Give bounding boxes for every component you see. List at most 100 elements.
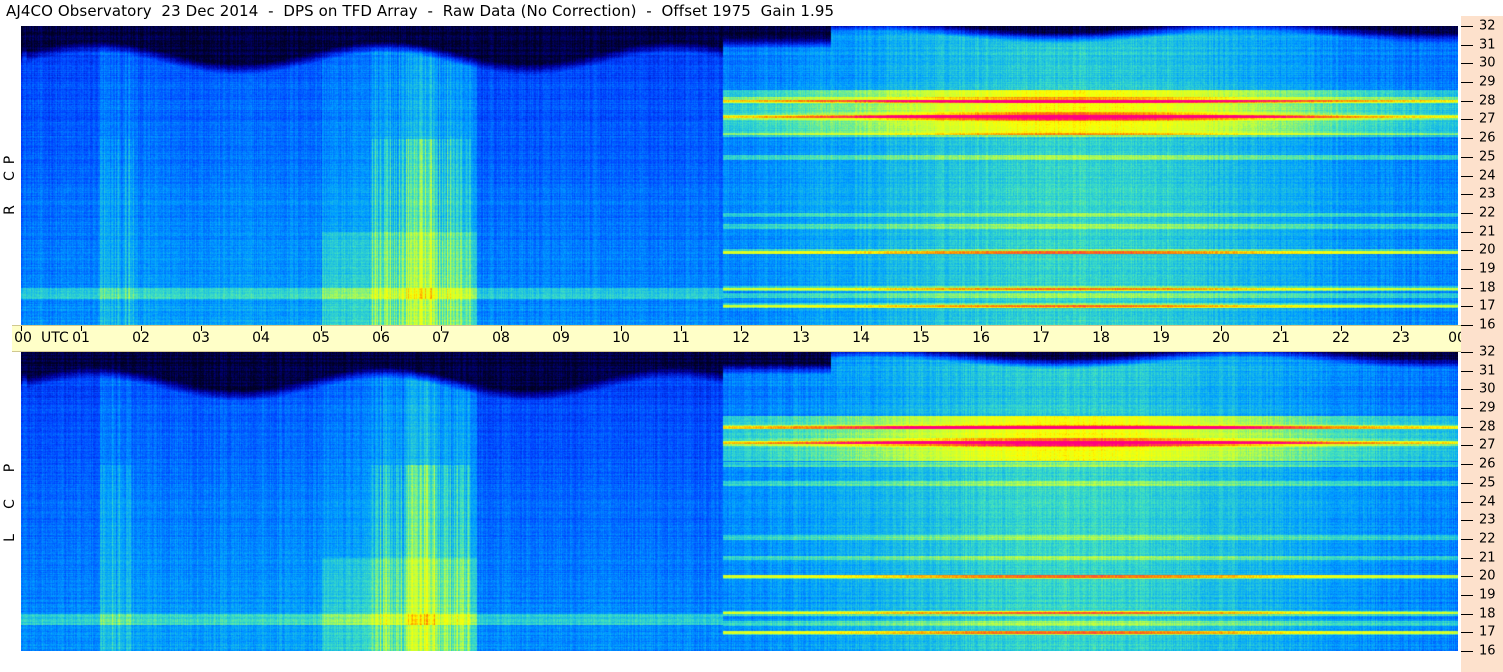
frequency-tick-label: 27 [1479, 437, 1496, 453]
rcp-spectrogram-canvas [21, 26, 1458, 325]
frequency-tick-mark [1461, 250, 1473, 252]
frequency-tick-label: 19 [1479, 587, 1496, 603]
time-tick-label: 20 [1212, 330, 1230, 346]
time-tick-label: 15 [912, 330, 930, 346]
time-tick-label: 06 [372, 330, 390, 346]
frequency-tick-label: 23 [1479, 186, 1496, 202]
rcp-letter-c: C [2, 171, 18, 181]
time-tick-label: 01 [72, 330, 90, 346]
frequency-tick-label: 19 [1479, 261, 1496, 277]
frequency-tick-label: 18 [1479, 280, 1496, 296]
frequency-tick-mark [1461, 82, 1473, 84]
lcp-letter-l: L [2, 534, 18, 542]
frequency-tick-mark [1461, 156, 1473, 158]
frequency-tick-mark [1461, 594, 1473, 596]
frequency-tick-label: 27 [1479, 111, 1496, 127]
time-tick-label: 16 [972, 330, 990, 346]
frequency-tick-mark [1461, 501, 1473, 503]
frequency-tick-label: 29 [1479, 74, 1496, 90]
frequency-tick-label: 22 [1479, 531, 1496, 547]
frequency-tick-mark [1461, 482, 1473, 484]
time-tick-label: 14 [852, 330, 870, 346]
frequency-tick-label: 20 [1479, 568, 1496, 584]
lcp-letter-c: C [2, 499, 18, 509]
frequency-tick-mark [1461, 426, 1473, 428]
frequency-tick-label: 25 [1479, 149, 1496, 165]
frequency-tick-mark [1461, 613, 1473, 615]
frequency-tick-label: 26 [1479, 130, 1496, 146]
time-tick-label: 09 [552, 330, 570, 346]
frequency-tick-label: 30 [1479, 55, 1496, 71]
frequency-tick-label: 29 [1479, 400, 1496, 416]
lcp-letter-p: P [2, 463, 18, 473]
frequency-tick-label: 18 [1479, 606, 1496, 622]
lcp-spectrogram [21, 352, 1458, 651]
rcp-spectrogram [21, 26, 1458, 325]
lcp-spectrogram-canvas [21, 352, 1458, 651]
rcp-letter-p: P [2, 155, 18, 165]
frequency-tick-label: 28 [1479, 419, 1496, 435]
chart-title: AJ4CO Observatory 23 Dec 2014 - DPS on T… [6, 2, 835, 20]
frequency-tick-label: 24 [1479, 168, 1496, 183]
frequency-tick-mark [1461, 538, 1473, 540]
frequency-tick-label: 31 [1479, 363, 1496, 379]
time-tick-label: 05 [312, 330, 330, 346]
rcp-label-column: P C R [0, 26, 21, 325]
frequency-tick-label: 32 [1479, 344, 1496, 360]
frequency-tick-label: 21 [1479, 224, 1496, 240]
bottom-margin [0, 651, 1461, 672]
frequency-tick-mark [1461, 389, 1473, 391]
frequency-tick-mark [1461, 464, 1473, 466]
frequency-tick-mark [1461, 212, 1473, 214]
frequency-tick-mark [1461, 632, 1473, 634]
time-tick-label: 04 [252, 330, 270, 346]
frequency-tick-mark [1461, 306, 1473, 308]
rcp-letter-r: R [2, 205, 18, 215]
frequency-tick-label: 25 [1479, 475, 1496, 491]
frequency-tick-label: 22 [1479, 205, 1496, 221]
frequency-tick-label: 21 [1479, 550, 1496, 566]
frequency-tick-label: 26 [1479, 456, 1496, 472]
time-tick-label: 11 [672, 330, 690, 346]
time-tick-label: 12 [732, 330, 750, 346]
frequency-tick-mark [1461, 44, 1473, 46]
frequency-tick-mark [1461, 408, 1473, 410]
frequency-tick-mark [1461, 352, 1473, 353]
frequency-tick-mark [1461, 576, 1473, 578]
time-tick-label: 18 [1092, 330, 1110, 346]
frequency-tick-label: 16 [1479, 643, 1496, 659]
frequency-tick-mark [1461, 138, 1473, 140]
frequency-tick-mark [1461, 119, 1473, 121]
frequency-tick-mark [1461, 445, 1473, 447]
time-tick-label: 00 [14, 330, 32, 346]
time-tick-label: 19 [1152, 330, 1170, 346]
frequency-tick-label: 16 [1479, 317, 1496, 333]
frequency-tick-mark [1461, 370, 1473, 372]
frequency-tick-mark [1461, 63, 1473, 65]
lcp-label-column: P C L [0, 352, 21, 651]
time-tick-label: 08 [492, 330, 510, 346]
frequency-tick-mark [1461, 175, 1473, 177]
frequency-tick-label: 17 [1479, 624, 1496, 640]
time-tick-label: 21 [1272, 330, 1290, 346]
time-tick-label: 17 [1032, 330, 1050, 346]
time-tick-label: 22 [1332, 330, 1350, 346]
frequency-tick-label: 20 [1479, 242, 1496, 258]
time-axis-unit-label: UTC [41, 330, 69, 346]
frequency-tick-label: 32 [1479, 18, 1496, 34]
frequency-tick-label: 31 [1479, 37, 1496, 53]
lcp-frequency-axis: 16 17 18 19 20 21 22 23 24 25 26 27 28 29 30 31 32 [1461, 336, 1503, 672]
frequency-tick-mark [1461, 100, 1473, 102]
time-axis: 00 01 02 03 04 05 06 07 08 09 10 11 12 13 14 15 16 17 18 19… [12, 325, 1497, 352]
frequency-tick-mark [1461, 325, 1473, 326]
frequency-tick-label: 30 [1479, 381, 1496, 397]
rcp-frequency-axis: 16 17 18 19 20 21 22 23 24 25 26 27 28 29 30 31 32 [1461, 16, 1503, 336]
time-tick-label: 03 [192, 330, 210, 346]
frequency-tick-mark [1461, 520, 1473, 522]
frequency-tick-mark [1461, 268, 1473, 270]
time-tick-label: 02 [132, 330, 150, 346]
frequency-tick-mark [1461, 194, 1473, 196]
time-tick-label: 07 [432, 330, 450, 346]
frequency-tick-mark [1461, 26, 1473, 27]
time-tick-label: 13 [792, 330, 810, 346]
